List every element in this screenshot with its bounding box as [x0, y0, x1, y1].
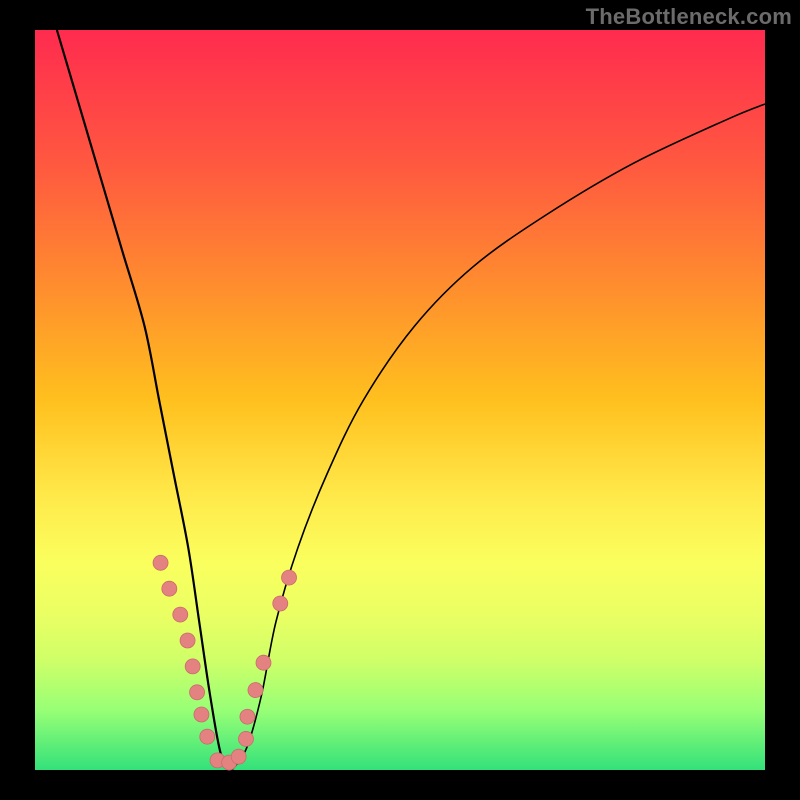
marker-dot	[173, 607, 188, 622]
curve-right	[232, 104, 765, 770]
chart-svg	[35, 30, 765, 770]
marker-dot	[238, 731, 253, 746]
marker-dot	[231, 749, 246, 764]
marker-dot	[256, 655, 271, 670]
marker-dot	[194, 707, 209, 722]
marker-dots	[153, 555, 296, 770]
marker-dot	[200, 729, 215, 744]
marker-dot	[240, 709, 255, 724]
curve-left	[57, 30, 232, 770]
marker-dot	[162, 581, 177, 596]
marker-dot	[273, 596, 288, 611]
marker-dot	[282, 570, 297, 585]
watermark-text: TheBottleneck.com	[586, 4, 792, 30]
marker-dot	[185, 659, 200, 674]
marker-dot	[248, 683, 263, 698]
marker-dot	[153, 555, 168, 570]
marker-dot	[190, 685, 205, 700]
marker-dot	[180, 633, 195, 648]
